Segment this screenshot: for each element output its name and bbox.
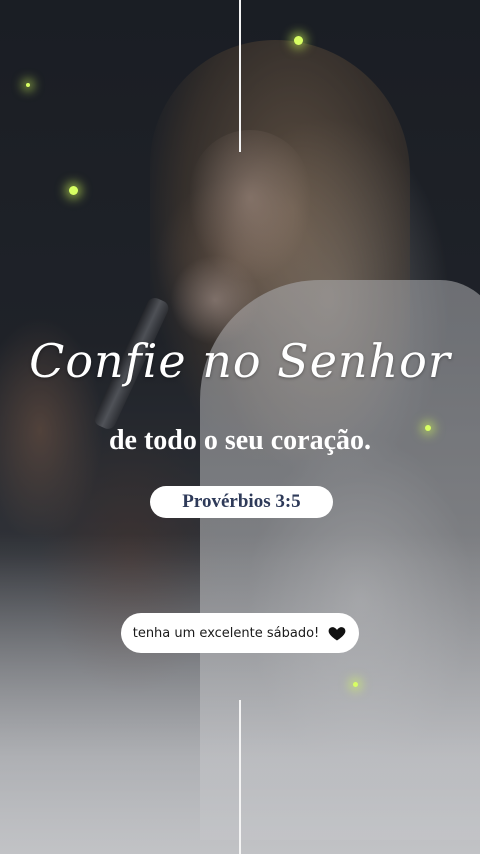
verse-line: de todo o seu coração. [108,425,372,456]
bokeh-light [26,83,30,87]
greeting-message: tenha um excelente sábado! [121,613,359,653]
divider-line-top [239,0,241,152]
verse-reference-badge: Provérbios 3:5 [150,486,333,518]
bokeh-light [69,186,78,195]
bokeh-light [353,682,358,687]
verse-title: Confie no Senhor [29,334,451,388]
verse-reference: Provérbios 3:5 [182,491,301,512]
heart-icon [327,623,347,643]
divider-line-bottom [239,700,241,854]
bokeh-light [294,36,303,45]
greeting-text: tenha um excelente sábado! [132,625,320,641]
story-background: Confie no Senhor de todo o seu coração. … [0,0,480,854]
